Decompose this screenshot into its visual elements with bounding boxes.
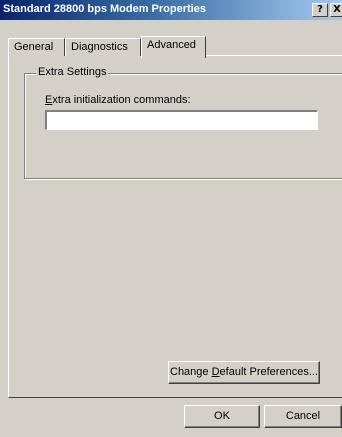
cancel-button[interactable]: Cancel xyxy=(264,405,342,428)
tab-general[interactable]: General xyxy=(8,38,65,56)
change-default-preferences-button[interactable]: Change Default Preferences... xyxy=(168,361,320,384)
extra-init-commands-label: Extra initialization commands: xyxy=(45,94,191,106)
extra-init-commands-label-text: xtra initialization commands: xyxy=(52,94,191,106)
tab-advanced[interactable]: Advanced xyxy=(141,36,206,58)
extra-settings-group-label: Extra Settings xyxy=(36,66,109,78)
tab-diagnostics[interactable]: Diagnostics xyxy=(65,38,141,56)
change-default-preferences-pre: Change xyxy=(170,366,212,378)
change-default-preferences-post: efault Preferences... xyxy=(219,366,318,378)
help-icon[interactable]: ? xyxy=(312,3,328,17)
window-title: Standard 28800 bps Modem Properties xyxy=(3,3,206,15)
close-icon[interactable]: X xyxy=(330,3,342,17)
change-default-preferences-access-key: D xyxy=(211,366,220,378)
extra-init-commands-input[interactable] xyxy=(45,110,318,130)
title-bar[interactable]: Standard 28800 bps Modem Properties ? X xyxy=(0,0,342,20)
ok-button[interactable]: OK xyxy=(184,405,260,428)
modem-properties-dialog: Standard 28800 bps Modem Properties ? X … xyxy=(0,0,342,437)
